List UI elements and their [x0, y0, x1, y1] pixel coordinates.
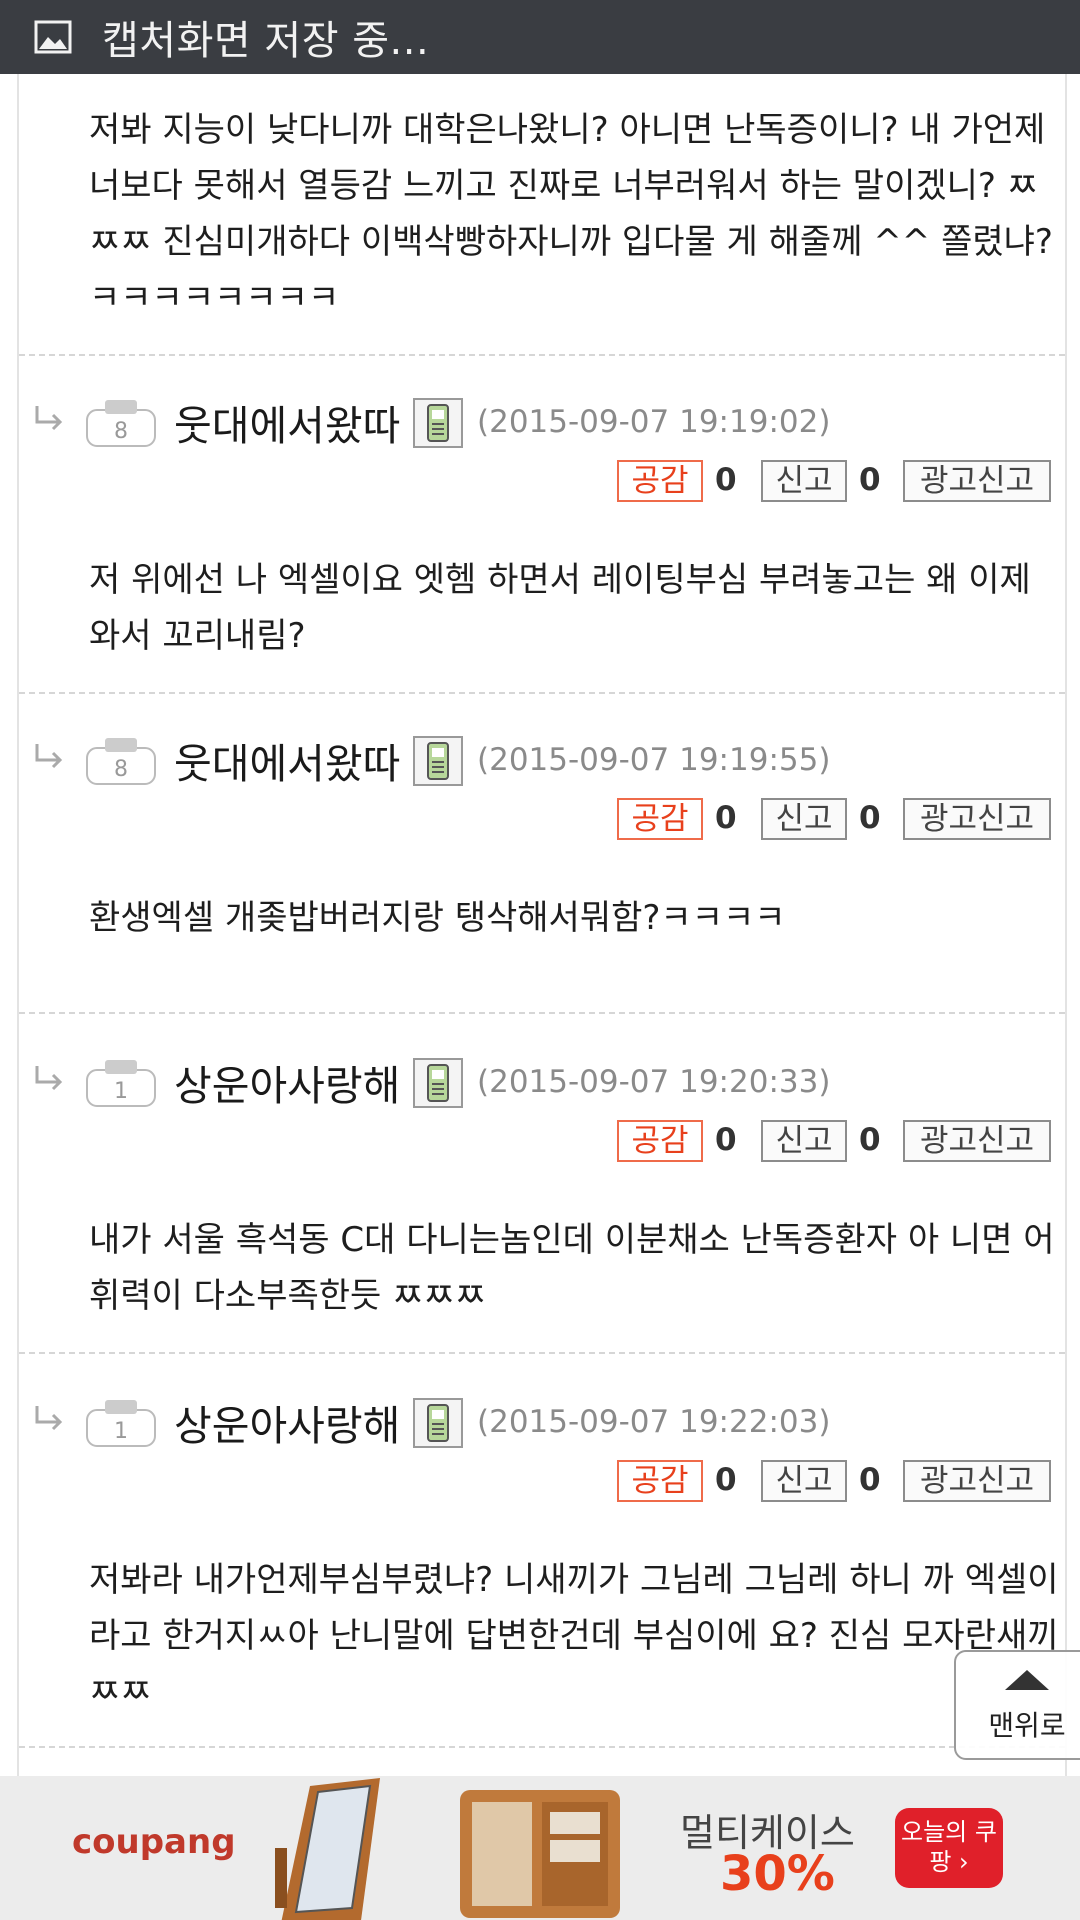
like-count: 0	[715, 462, 737, 498]
author-name[interactable]: 웃대에서왔따	[174, 730, 400, 790]
comment-timestamp: (2015-09-07 19:22:03)	[477, 1404, 831, 1440]
report-count: 0	[859, 800, 881, 836]
ad-banner[interactable]: coupang 멀티케이스 30% 오늘의 쿠팡 ›	[0, 1776, 1080, 1920]
comment-timestamp: (2015-09-07 19:20:33)	[477, 1064, 831, 1100]
divider	[19, 1012, 1065, 1014]
ad-discount: 30%	[720, 1846, 835, 1902]
wallet-case-image	[460, 1790, 620, 1918]
mobile-phone-icon	[413, 736, 463, 786]
report-button[interactable]: 신고	[761, 1120, 847, 1162]
divider	[19, 1746, 1065, 1748]
divider	[19, 1352, 1065, 1354]
status-bar: 캡처화면 저장 중...	[0, 0, 1080, 74]
report-count: 0	[859, 1462, 881, 1498]
level-badge-icon: 8	[86, 400, 156, 447]
report-button[interactable]: 신고	[761, 1460, 847, 1502]
mobile-phone-icon	[413, 398, 463, 448]
like-button[interactable]: 공감	[617, 460, 703, 502]
svg-text:8: 8	[114, 757, 128, 782]
divider	[19, 692, 1065, 694]
svg-text:1: 1	[114, 1079, 128, 1104]
comment-timestamp: (2015-09-07 19:19:55)	[477, 742, 831, 778]
reply-arrow-icon	[35, 744, 63, 769]
like-button[interactable]: 공감	[617, 1460, 703, 1502]
comment-text: 환생엑셀 개좆밥버러지랑 탱삭해서뭐함?ㅋㅋㅋㅋ	[89, 898, 786, 938]
comment-timestamp: (2015-09-07 19:19:02)	[477, 404, 831, 440]
level-badge-icon: 1	[86, 1060, 156, 1107]
mobile-phone-icon	[413, 1398, 463, 1448]
status-title: 캡처화면 저장 중...	[102, 18, 430, 64]
level-badge-icon: 8	[86, 738, 156, 785]
brand-text: coupang	[72, 1822, 236, 1862]
level-badge-icon: 1	[86, 1400, 156, 1447]
author-name[interactable]: 상운아사랑해	[174, 1052, 400, 1112]
reply-arrow-icon	[35, 1406, 63, 1431]
author-name[interactable]: 웃대에서왔따	[174, 392, 400, 452]
reply-arrow-icon	[35, 1066, 63, 1091]
like-button[interactable]: 공감	[617, 1120, 703, 1162]
ad-cta-button[interactable]: 오늘의 쿠팡 ›	[895, 1808, 1003, 1888]
report-button[interactable]: 신고	[761, 460, 847, 502]
comment-text: 저 위에선 나 엑셀이요 엣헴 하면서 레이팅부심 부려놓고는 왜 이제와서 꼬…	[89, 560, 1031, 656]
report-count: 0	[859, 462, 881, 498]
like-count: 0	[715, 800, 737, 836]
report-count: 0	[859, 1122, 881, 1158]
scroll-top-button[interactable]: 맨위로	[954, 1650, 1080, 1760]
arrow-up-icon	[1005, 1670, 1049, 1690]
author-name[interactable]: 상운아사랑해	[174, 1392, 400, 1452]
like-count: 0	[715, 1122, 737, 1158]
ad-report-button[interactable]: 광고신고	[903, 1120, 1051, 1162]
svg-text:1: 1	[114, 1419, 128, 1444]
ad-report-button[interactable]: 광고신고	[903, 798, 1051, 840]
like-count: 0	[715, 1462, 737, 1498]
image-icon	[34, 20, 72, 54]
comment-text: 내가 서울 흑석동 C대 다니는놈인데 이분채소 난독증환자 아 니면 어휘력이…	[89, 1220, 1055, 1316]
comment-text: 저봐라 내가언제부심부렸냐? 니새끼가 그님레 그님레 하니 까 엑셀이라고 한…	[89, 1560, 1059, 1712]
report-button[interactable]: 신고	[761, 798, 847, 840]
reply-arrow-icon	[35, 406, 63, 431]
ad-report-button[interactable]: 광고신고	[903, 460, 1051, 502]
divider	[19, 354, 1065, 356]
ad-brand-logo: coupang	[72, 1822, 236, 1862]
svg-text:8: 8	[114, 419, 128, 444]
comment-thread: 저봐 지능이 낮다니까 대학은나왔니? 아니면 난독증이니? 내 가언제 너보다…	[17, 74, 1067, 1776]
comment-text: 저봐 지능이 낮다니까 대학은나왔니? 아니면 난독증이니? 내 가언제 너보다…	[89, 110, 1053, 318]
ad-report-button[interactable]: 광고신고	[903, 1460, 1051, 1502]
like-button[interactable]: 공감	[617, 798, 703, 840]
phone-case-image	[275, 1778, 380, 1920]
mobile-phone-icon	[413, 1058, 463, 1108]
scroll-top-label: 맨위로	[988, 1709, 1066, 1742]
